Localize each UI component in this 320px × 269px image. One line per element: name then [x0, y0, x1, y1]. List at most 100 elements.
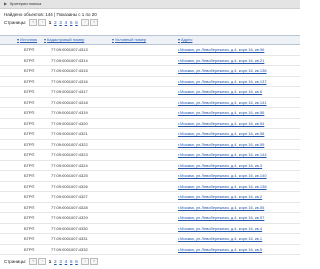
- page-link-2[interactable]: 2: [54, 259, 57, 264]
- results-summary: Найдено объектов: 144 | Показаны с 1 по …: [4, 12, 97, 17]
- cell-source: БТРП: [24, 183, 35, 189]
- cell-source: БТРП: [24, 47, 35, 52]
- table-row: БТРП 77:09:0001007:4314 г.Москва, ул.Левоб…: [0, 56, 300, 66]
- cell-cadastral: 77:09:0001007:4314: [51, 57, 88, 63]
- cell-source: БТРП: [24, 120, 35, 126]
- table-row: БТРП 77:09:0001007:4320 г.Москва, ул.Левоб…: [0, 119, 300, 129]
- cell-address-link[interactable]: г.Москва, ул.Левобережная, д.4, корп.16,…: [178, 150, 267, 160]
- results-table: ▾Источник ▾Кадастровый номер ▾Условный н…: [0, 35, 300, 255]
- cell-source: БТРП: [24, 131, 35, 136]
- cell-source: БТРП: [24, 173, 35, 178]
- cell-address-link[interactable]: г.Москва, ул.Левобережная, д.4, корп.16,…: [178, 213, 264, 223]
- table-row: БТРП 77:09:0001007:4322 г.Москва, ул.Левоб…: [0, 140, 300, 150]
- header-address[interactable]: ▾Адрес: [178, 36, 192, 44]
- first-page-button[interactable]: «: [29, 18, 38, 26]
- search-results-page: ▶ Критерии поиска Найдено объектов: 144 …: [0, 0, 300, 269]
- cell-address-link[interactable]: г.Москва, ул.Левобережная, д.4, корп.16,…: [178, 161, 262, 171]
- prev-page-button[interactable]: ‹: [38, 18, 47, 26]
- cell-cadastral: 77:09:0001007:4322: [51, 141, 88, 147]
- pager-label: Страницы:: [4, 19, 27, 25]
- page-link-3[interactable]: 3: [59, 20, 62, 25]
- cell-cadastral: 77:09:0001007:4318: [51, 99, 88, 105]
- cell-source: БТРП: [24, 78, 35, 84]
- page-link-5[interactable]: 5: [70, 259, 73, 264]
- cell-cadastral: 77:09:0001007:4332: [51, 246, 88, 252]
- prev-page-button[interactable]: ‹: [38, 257, 47, 265]
- pager-top: Страницы: « ‹ 1 2 3 4 5 6 › »: [0, 18, 300, 26]
- table-row: БТРП 77:09:0001007:4329 г.Москва, ул.Левоб…: [0, 213, 300, 224]
- cell-source: БТРП: [24, 110, 35, 115]
- page-link-3[interactable]: 3: [59, 259, 62, 264]
- cell-address-link[interactable]: г.Москва, ул.Левобережная, д.4, корп.16,…: [178, 245, 262, 255]
- page-link-6[interactable]: 6: [75, 20, 78, 25]
- pager-label: Страницы:: [4, 258, 27, 264]
- header-cadastral[interactable]: ▾Кадастровый номер: [44, 36, 84, 44]
- cell-cadastral: 77:09:0001007:4323: [51, 152, 88, 157]
- cell-cadastral: 77:09:0001007:4324: [51, 162, 88, 168]
- next-page-button[interactable]: ›: [81, 18, 90, 26]
- cell-source: БТРП: [24, 204, 35, 210]
- table-body: БТРП 77:09:0001007:4313 г.Москва, ул.Левоб…: [0, 45, 300, 255]
- cell-address-link[interactable]: г.Москва, ул.Левобережная, д.4, корп.16,…: [178, 87, 262, 97]
- cell-source: БТРП: [24, 215, 35, 220]
- cell-address-link[interactable]: г.Москва, ул.Левобережная, д.4, корп.16,…: [178, 129, 264, 139]
- table-row: БТРП 77:09:0001007:4323 г.Москва, ул.Левоб…: [0, 150, 300, 161]
- first-page-button[interactable]: «: [29, 257, 38, 265]
- search-criteria-label: Критерии поиска: [10, 1, 42, 6]
- cell-address-link[interactable]: г.Москва, ул.Левобережная, д.4, корп.16,…: [178, 171, 267, 181]
- header-source[interactable]: ▾Источник: [17, 36, 37, 44]
- page-link-1[interactable]: 1: [49, 20, 52, 25]
- cell-address-link[interactable]: г.Москва, ул.Левобережная, д.4, корп.16,…: [178, 182, 267, 192]
- cell-source: БТРП: [24, 99, 35, 105]
- search-criteria-bar[interactable]: ▶ Критерии поиска: [0, 0, 300, 9]
- header-conditional[interactable]: ▾Условный номер: [112, 36, 146, 44]
- table-row: БТРП 77:09:0001007:4313 г.Москва, ул.Левоб…: [0, 45, 300, 56]
- cell-source: БТРП: [24, 236, 35, 241]
- cell-source: БТРП: [24, 194, 35, 199]
- sort-caret-icon: ▾: [44, 37, 47, 42]
- last-page-button[interactable]: »: [90, 257, 99, 265]
- cell-address-link[interactable]: г.Москва, ул.Левобережная, д.4, корп.16,…: [178, 45, 264, 55]
- page-link-6[interactable]: 6: [75, 259, 78, 264]
- cell-address-link[interactable]: г.Москва, ул.Левобережная, д.4, корп.16,…: [178, 108, 264, 118]
- table-row: БТРП 77:09:0001007:4324 г.Москва, ул.Левоб…: [0, 161, 300, 171]
- table-row: БТРП 77:09:0001007:4328 г.Москва, ул.Левоб…: [0, 203, 300, 213]
- cell-source: БТРП: [24, 57, 35, 63]
- last-page-button[interactable]: »: [90, 18, 99, 26]
- page-link-4[interactable]: 4: [65, 20, 68, 25]
- next-page-button[interactable]: ›: [81, 257, 90, 265]
- cell-address-link[interactable]: г.Москва, ул.Левобережная, д.4, корп.16,…: [178, 66, 267, 76]
- cell-cadastral: 77:09:0001007:4317: [51, 89, 88, 94]
- cell-address-link[interactable]: г.Москва, ул.Левобережная, д.4, корп.16,…: [178, 98, 267, 108]
- page-link-5[interactable]: 5: [70, 20, 73, 25]
- sort-caret-icon: ▾: [112, 37, 115, 42]
- pager-bottom: Страницы: « ‹ 1 2 3 4 5 6 › »: [0, 257, 103, 265]
- cell-cadastral: 77:09:0001007:4319: [51, 110, 88, 115]
- cell-address-link[interactable]: г.Москва, ул.Левобережная, д.4, корп.16,…: [178, 56, 264, 66]
- cell-cadastral: 77:09:0001007:4331: [51, 236, 88, 241]
- cell-address-link[interactable]: г.Москва, ул.Левобережная, д.4, корп.16,…: [178, 119, 264, 129]
- cell-source: БТРП: [24, 141, 35, 147]
- cell-cadastral: 77:09:0001007:4330: [51, 225, 88, 231]
- table-row: БТРП 77:09:0001007:4326 г.Москва, ул.Левоб…: [0, 182, 300, 192]
- table-row: БТРП 77:09:0001007:4318 г.Москва, ул.Левоб…: [0, 98, 300, 108]
- table-header: ▾Источник ▾Кадастровый номер ▾Условный н…: [0, 35, 300, 45]
- table-row: БТРП 77:09:0001007:4319 г.Москва, ул.Левоб…: [0, 108, 300, 119]
- cell-address-link[interactable]: г.Москва, ул.Левобережная, д.4, корп.16,…: [178, 192, 262, 202]
- table-row: БТРП 77:09:0001007:4315 г.Москва, ул.Левоб…: [0, 66, 300, 77]
- cell-address-link[interactable]: г.Москва, ул.Левобережная, д.4, корп.16,…: [178, 77, 267, 87]
- cell-address-link[interactable]: г.Москва, ул.Левобережная, д.4, корп.16,…: [178, 224, 262, 234]
- cell-address-link[interactable]: г.Москва, ул.Левобережная, д.4, корп.16,…: [178, 203, 264, 213]
- triangle-right-icon: ▶: [4, 1, 8, 6]
- table-row: БТРП 77:09:0001007:4327 г.Москва, ул.Левоб…: [0, 192, 300, 203]
- cell-cadastral: 77:09:0001007:4327: [51, 194, 88, 199]
- cell-address-link[interactable]: г.Москва, ул.Левобережная, д.4, корп.16,…: [178, 140, 264, 150]
- table-row: БТРП 77:09:0001007:4316 г.Москва, ул.Левоб…: [0, 77, 300, 87]
- page-link-1[interactable]: 1: [49, 259, 52, 264]
- cell-cadastral: 77:09:0001007:4325: [51, 173, 88, 178]
- page-link-2[interactable]: 2: [54, 20, 57, 25]
- cell-address-link[interactable]: г.Москва, ул.Левобережная, д.4, корп.16,…: [178, 234, 262, 244]
- cell-cadastral: 77:09:0001007:4326: [51, 183, 88, 189]
- table-row: БТРП 77:09:0001007:4317 г.Москва, ул.Левоб…: [0, 87, 300, 98]
- page-link-4[interactable]: 4: [65, 259, 68, 264]
